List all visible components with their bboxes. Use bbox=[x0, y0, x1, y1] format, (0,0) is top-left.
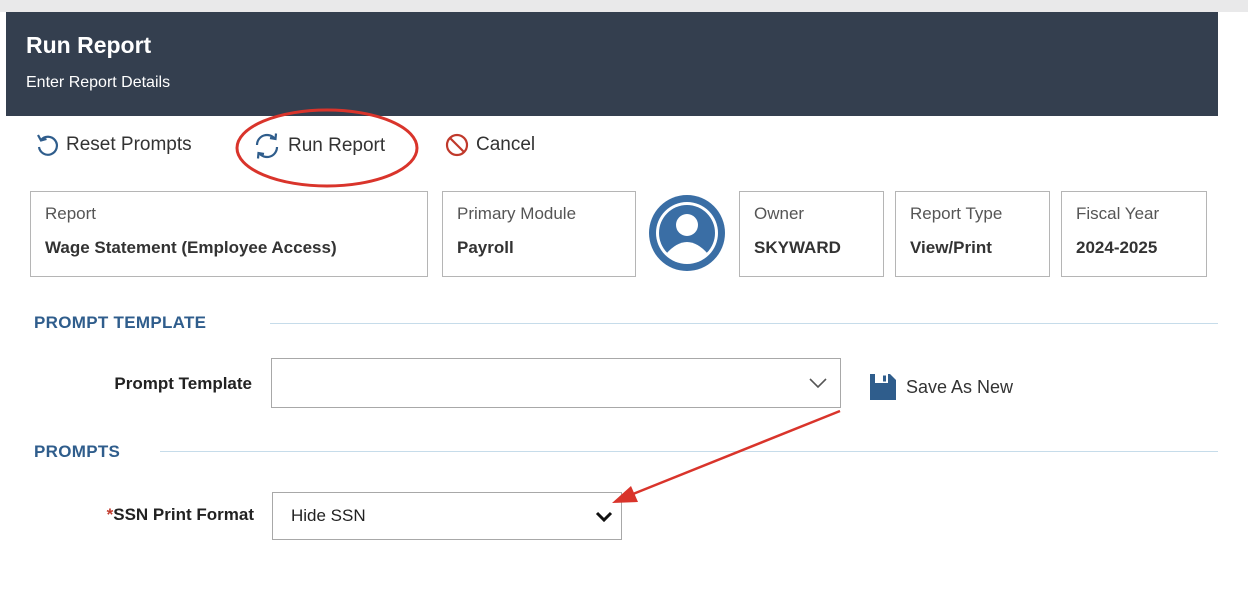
fiscal-year-label: Fiscal Year bbox=[1076, 204, 1160, 223]
dialog-header: Run Report Enter Report Details bbox=[6, 12, 1218, 116]
primary-module-label: Primary Module bbox=[457, 204, 577, 223]
primary-module-box: Primary Module Payroll bbox=[442, 191, 636, 277]
owner-box: Owner SKYWARD bbox=[739, 191, 884, 277]
cancel-button[interactable]: Cancel bbox=[444, 132, 535, 158]
report-type-box: Report Type View/Print bbox=[895, 191, 1050, 277]
run-report-label: Run Report bbox=[288, 135, 386, 156]
refresh-icon bbox=[255, 133, 279, 159]
cancel-label: Cancel bbox=[476, 134, 536, 155]
ssn-label-text: SSN Print Format bbox=[113, 505, 254, 524]
save-as-new-button[interactable]: Save As New bbox=[868, 372, 1013, 402]
save-as-new-label: Save As New bbox=[906, 376, 1014, 397]
prompt-template-section-title: PROMPT TEMPLATE bbox=[34, 313, 207, 332]
report-type-label: Report Type bbox=[910, 204, 1003, 223]
report-label: Report bbox=[45, 204, 97, 223]
section-divider bbox=[160, 451, 1218, 452]
owner-avatar bbox=[646, 192, 728, 274]
reset-prompts-label: Reset Prompts bbox=[66, 134, 192, 155]
page-title: Run Report bbox=[26, 32, 152, 58]
reset-prompts-button[interactable]: Reset Prompts bbox=[34, 132, 192, 158]
prompts-section-title: PROMPTS bbox=[34, 442, 121, 461]
ssn-print-format-select[interactable]: Hide SSN bbox=[272, 492, 622, 540]
fiscal-year-box: Fiscal Year 2024-2025 bbox=[1061, 191, 1207, 277]
prompt-template-select[interactable] bbox=[271, 358, 841, 408]
section-divider bbox=[270, 323, 1218, 324]
report-info-box: Report Wage Statement (Employee Access) bbox=[30, 191, 428, 277]
report-type-value: View/Print bbox=[910, 238, 992, 257]
fiscal-year-value: 2024-2025 bbox=[1076, 238, 1158, 257]
toolbar: Reset Prompts Run Report Cancel bbox=[0, 116, 1248, 182]
report-value: Wage Statement (Employee Access) bbox=[45, 238, 337, 257]
annotation-arrow-line bbox=[627, 409, 841, 498]
cancel-icon bbox=[445, 133, 469, 157]
prompt-template-label: Prompt Template bbox=[114, 374, 252, 393]
chevron-down-icon bbox=[809, 378, 827, 389]
chevron-down-icon bbox=[595, 511, 613, 523]
run-report-button[interactable]: Run Report bbox=[252, 132, 385, 160]
ssn-print-format-value: Hide SSN bbox=[291, 506, 366, 525]
page-subtitle: Enter Report Details bbox=[26, 74, 171, 91]
owner-value: SKYWARD bbox=[754, 238, 841, 257]
user-avatar-icon bbox=[649, 195, 725, 271]
reset-icon bbox=[37, 134, 59, 156]
ssn-print-format-label: *SSN Print Format bbox=[40, 505, 254, 525]
save-icon bbox=[870, 374, 896, 400]
owner-label: Owner bbox=[754, 204, 805, 223]
background-strip bbox=[0, 0, 1248, 12]
primary-module-value: Payroll bbox=[457, 238, 514, 257]
